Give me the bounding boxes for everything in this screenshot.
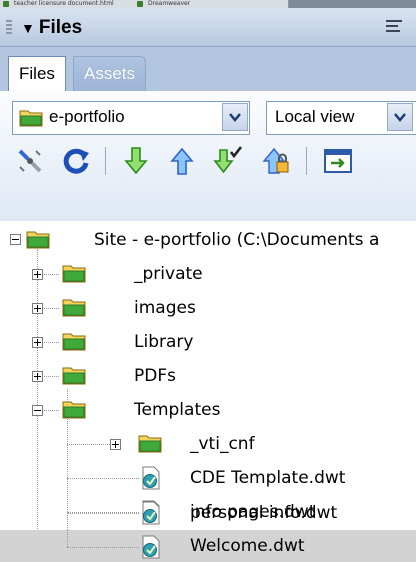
tree-row-pdfs[interactable]: PDFs xyxy=(0,359,416,393)
tree-row-templates[interactable]: Templates xyxy=(0,393,416,427)
view-select[interactable]: Local view xyxy=(266,101,416,135)
tree-row-root[interactable]: Site - e-portfolio (C:\Documents a xyxy=(0,223,416,257)
toolbar-separator xyxy=(306,147,307,175)
dwt-file-icon xyxy=(142,466,160,490)
taskbar-item-document[interactable]: teacher licensure document.html xyxy=(0,0,143,8)
tree-connector xyxy=(67,513,139,515)
taskbar-item-dreamweaver[interactable]: Dreamweaver xyxy=(134,0,289,8)
tree-root-label: Site - e-portfolio (C:\Documents a xyxy=(94,230,380,250)
chevron-down-icon xyxy=(394,113,406,122)
site-select-value: e-portfolio xyxy=(49,107,125,126)
view-select-value: Local view xyxy=(275,107,355,126)
tree-connector xyxy=(67,444,112,446)
panel-grip-icon[interactable] xyxy=(6,20,12,36)
expand-icon[interactable] xyxy=(110,439,121,450)
tree-item-label: images xyxy=(134,298,196,318)
panel-header: ▼ Files xyxy=(0,8,416,47)
tree-item-label: _vti_cnf xyxy=(190,434,255,454)
tree-connector xyxy=(67,547,139,549)
tree-item-label: CDE Template.dwt xyxy=(190,468,346,488)
expand-icon[interactable] xyxy=(32,269,43,280)
site-select[interactable]: e-portfolio xyxy=(12,101,250,135)
collapse-icon[interactable] xyxy=(32,405,43,416)
dwt-file-icon xyxy=(142,501,160,525)
files-toolbar: e-portfolio Local view xyxy=(0,91,416,222)
check-in-icon[interactable] xyxy=(260,145,292,177)
refresh-icon[interactable] xyxy=(60,145,92,177)
folder-icon xyxy=(138,435,162,453)
tree-item-label: _private xyxy=(134,264,203,284)
tree-connector xyxy=(67,478,139,480)
tab-assets[interactable]: Assets xyxy=(73,56,147,91)
expand-icon[interactable] xyxy=(32,371,43,382)
tree-row-personal-info[interactable]: personal info.dwt xyxy=(0,496,416,530)
tree-row-library[interactable]: Library xyxy=(0,325,416,359)
tree-row-vti-cnf[interactable]: _vti_cnf xyxy=(0,427,416,461)
get-files-icon[interactable] xyxy=(120,145,152,177)
folder-icon xyxy=(62,265,86,283)
tree-item-label: Templates xyxy=(134,400,221,420)
panel-title[interactable]: ▼ Files xyxy=(21,17,82,39)
tree-item-label: personal info.dwt xyxy=(190,503,338,523)
dwt-file-icon xyxy=(142,535,160,559)
folder-icon xyxy=(62,299,86,317)
tree-row-cde-template[interactable]: CDE Template.dwt xyxy=(0,461,416,495)
connect-icon[interactable] xyxy=(14,145,46,177)
tree-row-images[interactable]: images xyxy=(0,291,416,325)
tab-files[interactable]: Files xyxy=(8,56,66,91)
folder-open-icon xyxy=(62,401,86,419)
put-files-icon[interactable] xyxy=(166,145,198,177)
folder-icon xyxy=(62,333,86,351)
site-select-dropdown[interactable] xyxy=(222,103,248,131)
tree-item-label: Welcome.dwt xyxy=(190,536,305,556)
site-folder-icon xyxy=(26,231,50,249)
collapse-triangle-icon[interactable]: ▼ xyxy=(21,20,35,36)
toolbar-icons xyxy=(0,145,416,185)
tree-connector xyxy=(67,530,69,547)
expand-panel-icon[interactable] xyxy=(322,145,354,177)
site-folder-icon xyxy=(19,110,43,127)
expand-icon[interactable] xyxy=(32,337,43,348)
options-menu-icon[interactable] xyxy=(386,20,402,34)
toolbar-separator xyxy=(105,147,106,175)
tab-bar: Files Assets xyxy=(0,47,416,92)
collapse-icon[interactable] xyxy=(10,234,21,245)
tree-row-welcome[interactable]: Welcome.dwt xyxy=(0,530,416,562)
tree-item-label: PDFs xyxy=(134,366,176,386)
tree-row-private[interactable]: _private xyxy=(0,257,416,291)
chevron-down-icon xyxy=(229,113,241,122)
check-out-icon[interactable] xyxy=(212,145,244,177)
folder-icon xyxy=(62,367,86,385)
expand-icon[interactable] xyxy=(32,303,43,314)
tree-item-label: Library xyxy=(134,332,194,352)
view-select-dropdown[interactable] xyxy=(387,103,413,131)
